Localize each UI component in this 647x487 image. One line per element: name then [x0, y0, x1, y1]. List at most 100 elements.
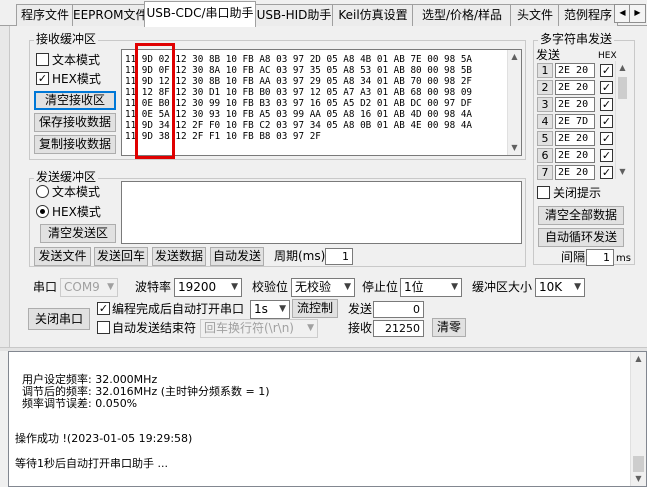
auto-open-delay-select[interactable]: 1s ▼ [250, 300, 290, 319]
tab-usb-cdc-serial[interactable]: USB-CDC/串口助手 [144, 1, 256, 27]
auto-loop-send-button[interactable]: 自动循环发送 [538, 228, 624, 247]
receive-line: 11 12 8F 12 30 D1 10 FB B0 03 97 12 05 A… [125, 87, 473, 98]
multi-send-row-button[interactable]: 3 [537, 97, 553, 112]
receive-line: 11 9D 34 12 2F F0 10 FB C2 03 97 34 05 A… [125, 120, 473, 131]
multi-send-row-button[interactable]: 1 [537, 63, 553, 78]
period-label: 周期(ms) [274, 249, 326, 263]
log-line: 频率调节误差: 0.050% [15, 397, 138, 410]
receive-scrollbar[interactable]: ▲ ▼ [507, 50, 521, 155]
stop-bits-select[interactable]: 1位 ▼ [400, 278, 462, 297]
multi-send-row-button[interactable]: 2 [537, 80, 553, 95]
tab-program-file[interactable]: 程序文件 [16, 4, 74, 26]
scroll-up-icon[interactable]: ▲ [631, 352, 646, 366]
stop-bits-label: 停止位 [362, 280, 399, 294]
send-enter-button[interactable]: 发送回车 [94, 247, 148, 266]
tab-scroll-right-icon[interactable]: ▶ [629, 4, 646, 23]
receive-textarea[interactable]: 11 9D 02 12 30 8B 10 FB A8 03 97 2D 05 A… [121, 49, 522, 156]
multi-send-row-input[interactable]: 2E 20 0 [555, 63, 595, 78]
send-textarea[interactable] [121, 181, 522, 244]
flow-control-button[interactable]: 流控制 [292, 299, 338, 318]
period-input[interactable]: 1 [325, 248, 353, 265]
highlight-annotation-box [135, 43, 175, 159]
interval-input[interactable]: 1 [586, 249, 614, 266]
buffer-size-select[interactable]: 10K ▼ [535, 278, 585, 297]
send-hex-mode-radio[interactable] [36, 205, 49, 218]
scroll-thumb[interactable] [618, 77, 627, 99]
buffer-size-label: 缓冲区大小 [472, 280, 533, 294]
recv-count-label: 接收 [348, 321, 373, 335]
tab-eeprom-file[interactable]: EEPROM文件 [72, 4, 146, 26]
scroll-down-icon[interactable]: ▼ [631, 472, 646, 486]
clear-count-button[interactable]: 清零 [432, 318, 466, 337]
receive-line: 11 9D 0F 12 30 8A 10 FB AC 03 97 35 05 A… [125, 65, 473, 76]
multi-send-row-hex-checkbox[interactable]: ✓ [600, 98, 613, 111]
multi-send-row-hex-checkbox[interactable]: ✓ [600, 115, 613, 128]
receive-line: 11 0E B0 12 30 99 10 FB B3 03 97 16 05 A… [125, 98, 473, 109]
multi-send-row-hex-checkbox[interactable]: ✓ [600, 149, 613, 162]
tab-keil-settings[interactable]: Keil仿真设置 [332, 4, 414, 26]
port-select: COM9 ▼ [60, 278, 118, 297]
multi-hex-header: HEX [598, 51, 617, 61]
multi-send-row-hex-checkbox[interactable]: ✓ [600, 166, 613, 179]
auto-open-checkbox[interactable]: ✓ [97, 302, 110, 315]
multi-send-row-input[interactable]: 2E 7D 0 [555, 114, 595, 129]
tab-header-file[interactable]: 头文件 [510, 4, 560, 26]
auto-end-char-checkbox[interactable] [97, 321, 110, 334]
clear-send-button[interactable]: 清空发送区 [40, 224, 116, 243]
receive-hex-mode-label: HEX模式 [52, 72, 101, 86]
multi-send-row-input[interactable]: 2E 20 0 [555, 131, 595, 146]
receive-text-mode-label: 文本模式 [52, 53, 101, 67]
close-port-button[interactable]: 关闭串口 [28, 308, 90, 330]
tab-usb-hid[interactable]: USB-HID助手 [254, 4, 334, 26]
parity-label: 校验位 [252, 280, 289, 294]
clear-all-button[interactable]: 清空全部数据 [538, 206, 624, 225]
multi-send-row-input[interactable]: 2E 20 0 [555, 165, 595, 180]
multi-send-scrollbar[interactable]: ▲ ▼ [615, 61, 629, 179]
parity-select[interactable]: 无校验 ▼ [291, 278, 355, 297]
receive-line: 11 9D 02 12 30 8B 10 FB A8 03 97 2D 05 A… [125, 54, 473, 65]
end-char-select: 回车换行符(\r\n) ▼ [200, 319, 318, 338]
tab-bar: 程序文件 EEPROM文件 USB-CDC/串口助手 USB-HID助手 Kei… [0, 0, 647, 27]
chevron-down-icon: ▼ [451, 282, 458, 292]
chevron-down-icon: ▼ [107, 282, 114, 292]
scroll-thumb[interactable] [633, 456, 644, 472]
send-file-button[interactable]: 发送文件 [34, 247, 91, 266]
close-tip-label: 关闭提示 [553, 186, 602, 200]
multi-send-row-hex-checkbox[interactable]: ✓ [600, 132, 613, 145]
tab-selection-price[interactable]: 选型/价格/样品 [412, 4, 512, 26]
multi-send-row-button[interactable]: 7 [537, 165, 553, 180]
clear-receive-button[interactable]: 清空接收区 [34, 91, 116, 110]
send-text-mode-radio[interactable] [36, 185, 49, 198]
scroll-down-icon[interactable]: ▼ [616, 165, 629, 179]
send-data-button[interactable]: 发送数据 [152, 247, 206, 266]
tab-sample-program[interactable]: 范例程序 [558, 4, 618, 26]
log-scrollbar[interactable]: ▲ ▼ [630, 352, 646, 486]
auto-open-delay-value: 1s [254, 302, 268, 316]
send-count-label: 发送 [348, 302, 373, 316]
save-receive-button[interactable]: 保存接收数据 [34, 113, 116, 132]
close-tip-checkbox[interactable] [537, 186, 550, 199]
send-text-mode-label: 文本模式 [52, 185, 101, 199]
auto-send-button[interactable]: 自动发送 [210, 247, 264, 266]
receive-group-title: 接收缓冲区 [34, 32, 99, 46]
parity-value: 无校验 [295, 280, 332, 294]
send-hex-mode-label: HEX模式 [52, 205, 101, 219]
scroll-up-icon[interactable]: ▲ [616, 61, 629, 75]
baud-select[interactable]: 19200 ▼ [174, 278, 242, 297]
port-value: COM9 [64, 280, 100, 294]
scroll-down-icon[interactable]: ▼ [508, 141, 521, 155]
receive-hex-mode-checkbox[interactable]: ✓ [36, 72, 49, 85]
multi-send-header: 发送 [536, 48, 561, 62]
multi-send-row-hex-checkbox[interactable]: ✓ [600, 64, 613, 77]
multi-send-row-button[interactable]: 6 [537, 148, 553, 163]
port-label: 串口 [33, 280, 58, 294]
multi-send-row-input[interactable]: 2E 20 0 [555, 97, 595, 112]
copy-receive-button[interactable]: 复制接收数据 [34, 135, 116, 154]
multi-send-row-button[interactable]: 4 [537, 114, 553, 129]
multi-send-row-input[interactable]: 2E 20 0 [555, 80, 595, 95]
scroll-up-icon[interactable]: ▲ [508, 50, 521, 64]
multi-send-row-hex-checkbox[interactable]: ✓ [600, 81, 613, 94]
receive-text-mode-checkbox[interactable] [36, 53, 49, 66]
multi-send-row-input[interactable]: 2E 20 0 [555, 148, 595, 163]
multi-send-row-button[interactable]: 5 [537, 131, 553, 146]
